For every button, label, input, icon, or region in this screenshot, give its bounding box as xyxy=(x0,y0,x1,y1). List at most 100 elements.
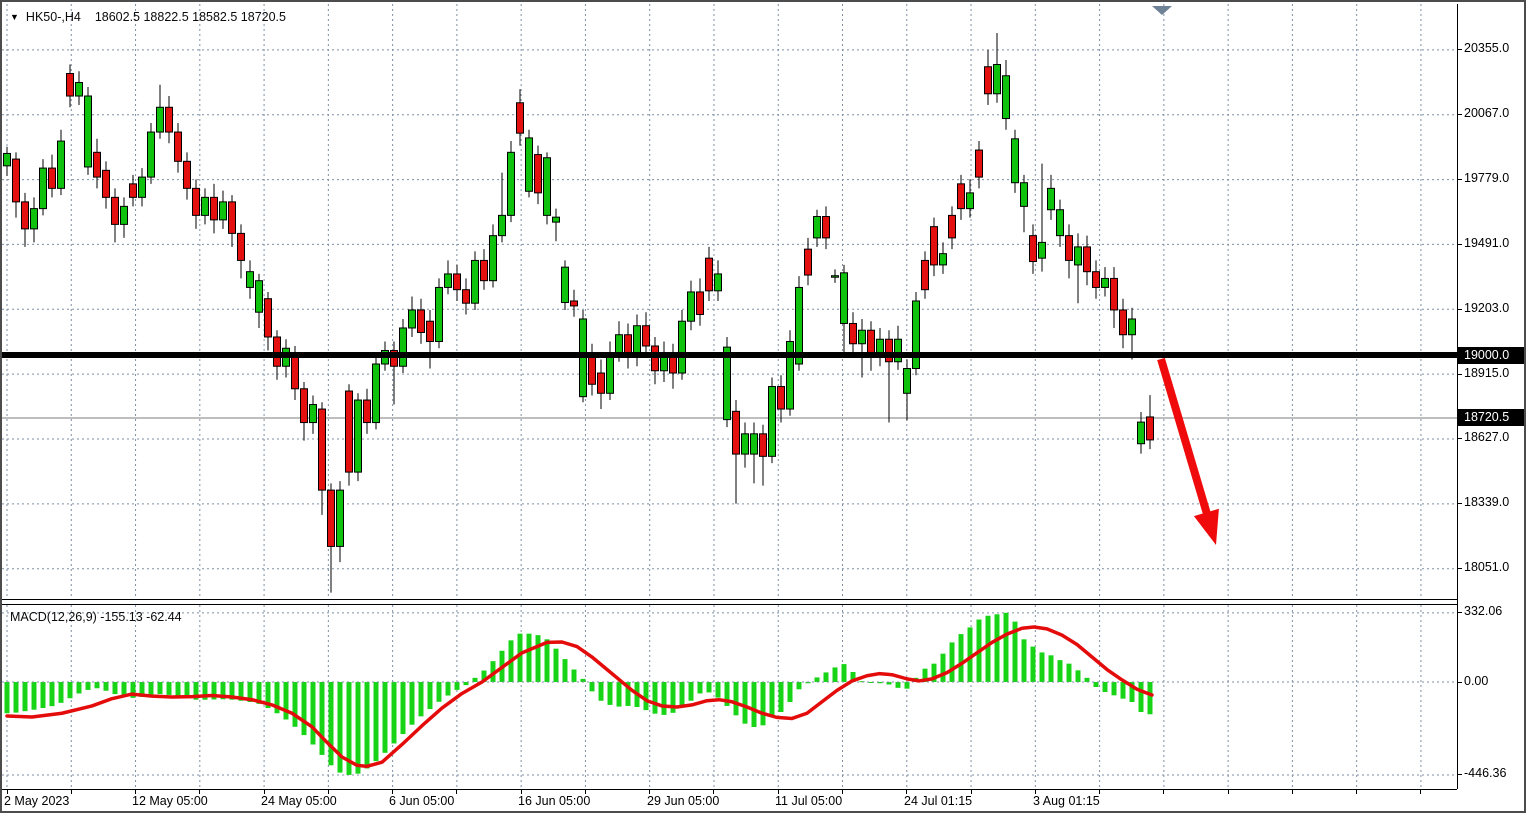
candle-bull[interactable] xyxy=(310,405,317,423)
candle-bull[interactable] xyxy=(1021,183,1028,207)
candle-bear[interactable] xyxy=(49,168,56,188)
candle-bull[interactable] xyxy=(787,341,794,409)
candle-bear[interactable] xyxy=(238,233,245,260)
candle-bear[interactable] xyxy=(175,132,182,161)
candle-bull[interactable] xyxy=(544,158,551,216)
candle-bear[interactable] xyxy=(301,389,308,423)
candle-bull[interactable] xyxy=(409,310,416,328)
candle-bull[interactable] xyxy=(1057,210,1064,236)
candle-bull[interactable] xyxy=(859,330,866,344)
candle-bull[interactable] xyxy=(913,301,920,369)
candle-bull[interactable] xyxy=(1012,139,1019,183)
candle-bear[interactable] xyxy=(67,74,74,97)
candle-bull[interactable] xyxy=(1138,422,1145,444)
candle-bull[interactable] xyxy=(472,260,479,303)
price-axis[interactable]: 20355.020067.019779.019491.019203.018915… xyxy=(1457,2,1526,790)
candle-bull[interactable] xyxy=(373,364,380,423)
candle-bull[interactable] xyxy=(967,193,974,209)
candle-bear[interactable] xyxy=(733,411,740,454)
candle-bear[interactable] xyxy=(103,170,110,197)
candle-bull[interactable] xyxy=(445,274,452,288)
candle-bull[interactable] xyxy=(562,267,569,302)
candle-bull[interactable] xyxy=(751,434,758,454)
candle-bear[interactable] xyxy=(112,197,119,224)
candle-bear[interactable] xyxy=(643,326,650,346)
candle-bear[interactable] xyxy=(589,355,596,384)
candle-bull[interactable] xyxy=(1075,247,1082,265)
candle-bull[interactable] xyxy=(220,202,227,220)
candle-bear[interactable] xyxy=(292,353,299,389)
candle-bear[interactable] xyxy=(418,310,425,333)
candle-bear[interactable] xyxy=(211,197,218,220)
candle-bear[interactable] xyxy=(346,391,353,472)
candle-bear[interactable] xyxy=(463,290,470,304)
candle-bear[interactable] xyxy=(166,107,173,132)
candle-bear[interactable] xyxy=(94,152,101,177)
candle-bull[interactable] xyxy=(121,206,128,224)
candle-bull[interactable] xyxy=(1048,188,1055,209)
candle-bull[interactable] xyxy=(337,490,344,546)
candle-bear[interactable] xyxy=(922,260,929,289)
horizontal-line-object[interactable] xyxy=(2,352,1457,358)
candle-bear[interactable] xyxy=(778,387,785,410)
candle-bull[interactable] xyxy=(1102,278,1109,287)
candle-bull[interactable] xyxy=(940,254,947,265)
candle-bear[interactable] xyxy=(1120,310,1127,335)
candle-bear[interactable] xyxy=(1066,236,1073,261)
candle-bull[interactable] xyxy=(499,215,506,235)
candle-bear[interactable] xyxy=(454,274,461,290)
candle-bull[interactable] xyxy=(994,64,1001,93)
candle-bull[interactable] xyxy=(148,132,155,177)
candle-bull[interactable] xyxy=(256,281,263,313)
symbol-dropdown-icon[interactable]: ▼ xyxy=(10,12,19,22)
candle-bear[interactable] xyxy=(976,150,983,177)
candle-bear[interactable] xyxy=(22,202,29,229)
candle-bear[interactable] xyxy=(823,217,830,238)
candle-bear[interactable] xyxy=(985,67,992,94)
candle-bull[interactable] xyxy=(4,153,11,165)
candle-bear[interactable] xyxy=(1093,272,1100,288)
candle-bear[interactable] xyxy=(805,249,812,275)
candle-bear[interactable] xyxy=(319,409,326,490)
candle-bull[interactable] xyxy=(814,217,821,238)
time-axis[interactable]: 2 May 202312 May 05:0024 May 05:006 Jun … xyxy=(2,790,1457,813)
candle-bear[interactable] xyxy=(328,490,335,546)
candle-bear[interactable] xyxy=(850,323,857,343)
candle-bear[interactable] xyxy=(184,161,191,188)
candle-bull[interactable] xyxy=(202,197,209,215)
chart-canvas[interactable] xyxy=(2,2,1526,813)
candle-bear[interactable] xyxy=(1084,247,1091,272)
candle-bear[interactable] xyxy=(364,400,371,423)
candle-bull[interactable] xyxy=(841,273,848,324)
candle-bear[interactable] xyxy=(274,337,281,366)
candle-bull[interactable] xyxy=(715,274,722,291)
candle-bear[interactable] xyxy=(958,184,965,209)
candle-bear[interactable] xyxy=(949,215,956,238)
candle-bear[interactable] xyxy=(931,227,938,265)
candle-bear[interactable] xyxy=(481,260,488,280)
candle-bull[interactable] xyxy=(616,335,623,353)
candle-bull[interactable] xyxy=(436,287,443,341)
candle-bull[interactable] xyxy=(58,141,65,188)
candle-bear[interactable] xyxy=(1030,236,1037,262)
candle-bull[interactable] xyxy=(490,236,497,281)
candle-bull[interactable] xyxy=(355,400,362,472)
candle-bull[interactable] xyxy=(679,321,686,373)
candle-bear[interactable] xyxy=(1147,417,1154,440)
candle-bull[interactable] xyxy=(1129,319,1136,335)
candle-bear[interactable] xyxy=(265,299,272,337)
candle-bear[interactable] xyxy=(193,188,200,215)
candle-bull[interactable] xyxy=(85,96,92,167)
candle-bear[interactable] xyxy=(571,301,578,306)
candle-bull[interactable] xyxy=(508,152,515,215)
candle-bull[interactable] xyxy=(1039,242,1046,258)
candle-bull[interactable] xyxy=(688,292,695,321)
candle-bull[interactable] xyxy=(31,209,38,229)
candle-bear[interactable] xyxy=(517,103,524,133)
candle-bear[interactable] xyxy=(760,434,767,457)
candle-bull[interactable] xyxy=(157,107,164,132)
candle-bear[interactable] xyxy=(706,258,713,291)
candle-bull[interactable] xyxy=(607,353,614,394)
candle-bear[interactable] xyxy=(229,202,236,234)
down-arrow-line[interactable] xyxy=(1161,359,1207,514)
